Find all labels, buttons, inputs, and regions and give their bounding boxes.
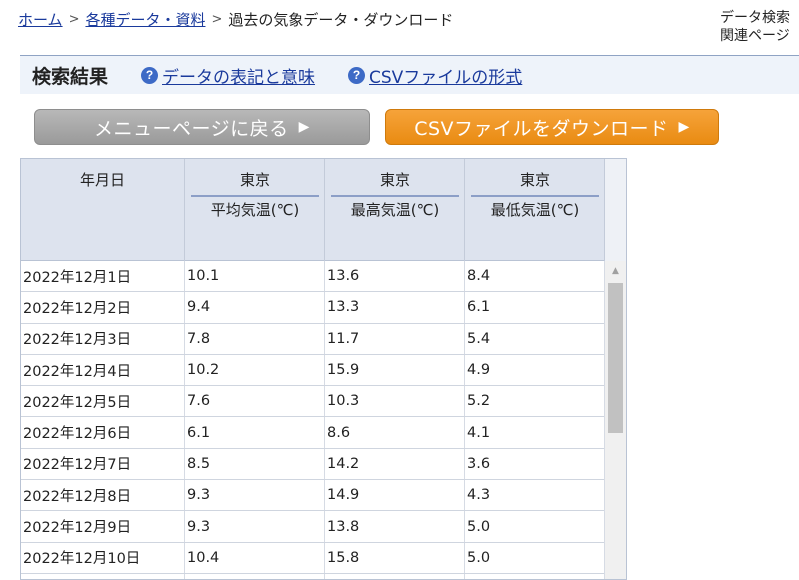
- chevron-right-icon: >: [211, 12, 223, 27]
- page-title: 検索結果: [32, 65, 109, 88]
- back-to-menu-label: メニューページに戻る: [94, 117, 289, 140]
- avg-temp-cell: 9.3: [184, 511, 324, 542]
- header-date-col: 年月日: [21, 159, 184, 261]
- breadcrumb: ホーム > 各種データ・資料 > 過去の気象データ・ダウンロード: [18, 9, 453, 30]
- avg-temp-cell: 9.3: [184, 480, 324, 511]
- table-row: 2022年12月6日 6.1 8.6 4.1: [21, 417, 604, 449]
- max-temp-cell: 15.8: [324, 542, 464, 573]
- results-table: 年月日 東京 平均気温(℃) 東京 最高気温(℃) 東京 最低気温(℃) 202…: [20, 158, 627, 580]
- breadcrumb-current: 過去の気象データ・ダウンロード: [228, 11, 454, 29]
- max-temp-cell: 10.3: [324, 386, 464, 417]
- avg-temp-cell: 10.2: [184, 354, 324, 386]
- max-temp-cell: 14.9: [324, 480, 464, 511]
- table-row: 2022年12月1日 10.1 13.6 8.4: [21, 261, 604, 293]
- min-temp-cell: 4.9: [464, 354, 604, 386]
- chevron-right-icon: >: [68, 12, 80, 27]
- header-date: 年月日: [79, 171, 125, 189]
- max-temp-cell: 11.7: [324, 323, 464, 354]
- avg-temp-cell: 9.4: [184, 292, 324, 323]
- date-cell: 2022年12月7日: [23, 457, 132, 474]
- avg-temp-cell: 7.8: [184, 323, 324, 354]
- min-temp-cell: 5.0: [464, 511, 604, 542]
- header-element: 最高気温(℃): [350, 201, 440, 219]
- related-pages-link[interactable]: 関連ページ: [720, 27, 790, 45]
- date-cell: 2022年12月8日: [23, 488, 132, 505]
- max-temp-cell: 15.9: [324, 354, 464, 386]
- date-cell: 2022年12月1日: [23, 269, 132, 286]
- download-csv-button[interactable]: CSVファイルをダウンロード ▶: [385, 109, 719, 145]
- results-bar: 検索結果 ? データの表記と意味 ? CSVファイルの形式: [20, 56, 799, 94]
- help-icon: ?: [141, 66, 159, 84]
- date-cell: 2022年12月4日: [23, 363, 132, 380]
- header-station: 東京: [191, 169, 319, 197]
- max-temp-cell: 14.2: [324, 448, 464, 480]
- avg-temp-cell: 10.4: [184, 542, 324, 573]
- table-row: 2022年12月5日 7.6 10.3 5.2: [21, 386, 604, 418]
- header-col-avg: 東京 平均気温(℃): [184, 159, 324, 261]
- table-row: 2022年12月7日 8.5 14.2 3.6: [21, 448, 604, 481]
- breadcrumb-data-link[interactable]: 各種データ・資料: [85, 9, 205, 30]
- date-cell: 2022年12月3日: [23, 332, 132, 349]
- avg-temp-cell: 8.5: [184, 448, 324, 480]
- min-temp-cell: 8.4: [464, 261, 604, 292]
- min-temp-cell: 4.3: [464, 480, 604, 511]
- header-station: 東京: [331, 169, 459, 197]
- arrow-right-icon: ▶: [678, 119, 690, 135]
- max-temp-cell: 13.3: [324, 292, 464, 323]
- table-row: 2022年12月2日 9.4 13.3 6.1: [21, 292, 604, 324]
- side-links: データ検索 関連ページ: [720, 9, 790, 45]
- avg-temp-cell: [184, 573, 324, 579]
- min-temp-cell: 5.4: [464, 323, 604, 354]
- header-col-max: 東京 最高気温(℃): [324, 159, 464, 261]
- date-cell: 2022年12月9日: [23, 520, 132, 537]
- breadcrumb-home-link[interactable]: ホーム: [18, 9, 63, 30]
- table-header: 年月日 東京 平均気温(℃) 東京 最高気温(℃) 東京 最低気温(℃): [21, 159, 626, 261]
- min-temp-cell: [464, 573, 604, 579]
- table-row: 2022年12月8日 9.3 14.9 4.3: [21, 480, 604, 512]
- date-cell: 2022年12月5日: [23, 394, 132, 411]
- date-cell: [21, 574, 184, 579]
- date-cell: 2022年12月2日: [23, 300, 132, 317]
- min-temp-cell: 6.1: [464, 292, 604, 323]
- avg-temp-cell: 10.1: [184, 261, 324, 292]
- date-cell: 2022年12月10日: [23, 551, 141, 568]
- table-scrollbar[interactable]: ▲: [604, 261, 626, 579]
- header-station: 東京: [471, 169, 599, 197]
- header-element: 最低気温(℃): [490, 201, 580, 219]
- header-col-min: 東京 最低気温(℃): [464, 159, 604, 261]
- download-csv-label: CSVファイルをダウンロード: [414, 117, 669, 140]
- max-temp-cell: 13.8: [324, 511, 464, 542]
- header-scroll-spacer: [604, 159, 626, 261]
- data-search-link[interactable]: データ検索: [720, 9, 790, 27]
- table-body: 2022年12月1日 10.1 13.6 8.4 2022年12月2日 9.4 …: [21, 261, 604, 579]
- min-temp-cell: 3.6: [464, 448, 604, 480]
- date-cell: 2022年12月6日: [23, 426, 132, 443]
- scroll-up-icon[interactable]: ▲: [605, 261, 626, 281]
- help-csv-format-link[interactable]: CSVファイルの形式: [369, 63, 522, 88]
- max-temp-cell: [324, 573, 464, 579]
- table-row-partial: [21, 573, 604, 579]
- table-row: 2022年12月9日 9.3 13.8 5.0: [21, 511, 604, 543]
- help-csv-format[interactable]: ? CSVファイルの形式: [348, 63, 522, 88]
- min-temp-cell: 5.0: [464, 542, 604, 573]
- avg-temp-cell: 6.1: [184, 417, 324, 448]
- min-temp-cell: 4.1: [464, 417, 604, 448]
- table-row: 2022年12月10日 10.4 15.8 5.0: [21, 542, 604, 574]
- arrow-right-icon: ▶: [298, 119, 310, 135]
- back-to-menu-button[interactable]: メニューページに戻る ▶: [34, 109, 370, 145]
- table-row: 2022年12月3日 7.8 11.7 5.4: [21, 323, 604, 355]
- help-notation-link[interactable]: データの表記と意味: [162, 63, 315, 88]
- help-icon: ?: [348, 66, 366, 84]
- min-temp-cell: 5.2: [464, 386, 604, 417]
- scroll-thumb[interactable]: [608, 283, 623, 433]
- header-element: 平均気温(℃): [210, 201, 300, 219]
- help-notation[interactable]: ? データの表記と意味: [141, 63, 315, 88]
- max-temp-cell: 13.6: [324, 261, 464, 292]
- table-row: 2022年12月4日 10.2 15.9 4.9: [21, 354, 604, 387]
- avg-temp-cell: 7.6: [184, 386, 324, 417]
- max-temp-cell: 8.6: [324, 417, 464, 448]
